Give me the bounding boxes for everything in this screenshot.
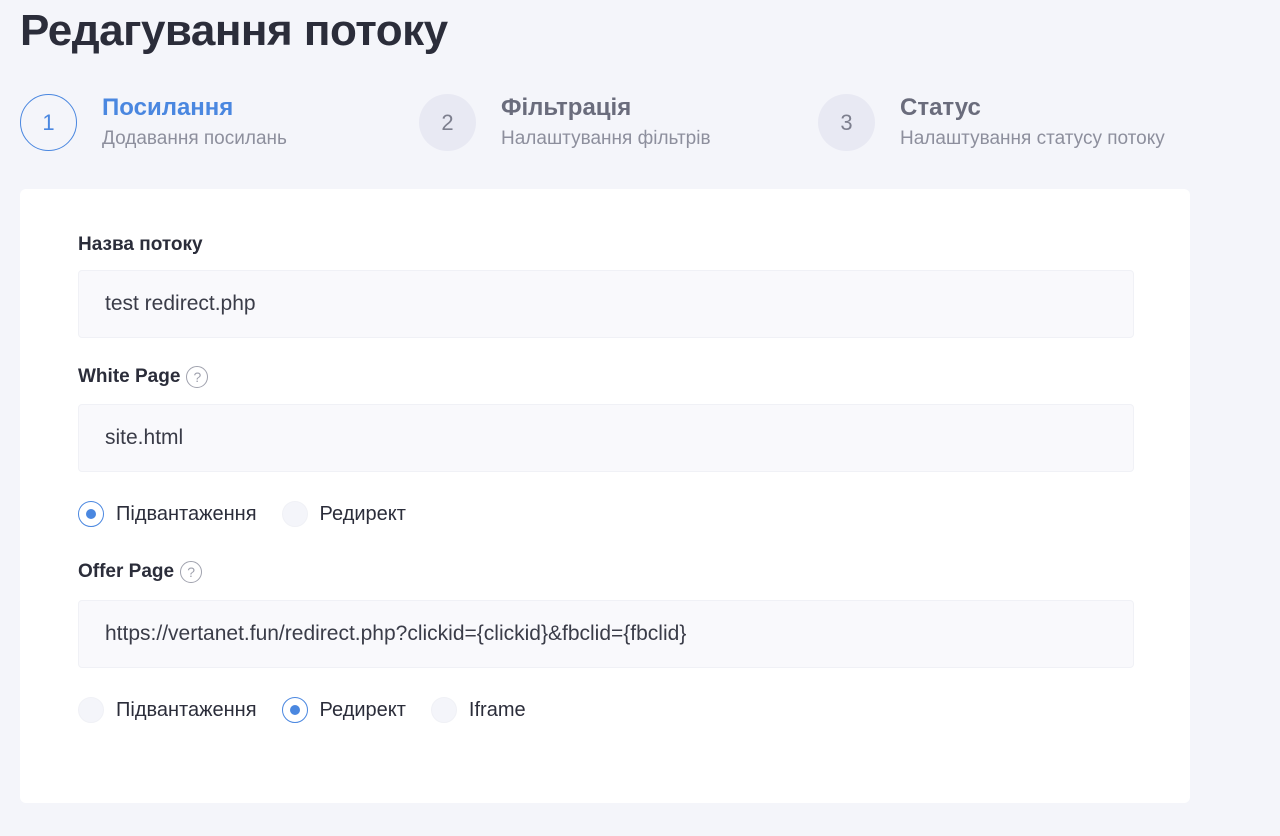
page-title: Редагування потоку <box>20 6 448 55</box>
offer-page-label: Offer Page ? <box>78 561 203 583</box>
step-title: Фільтрація <box>501 94 632 121</box>
step-links[interactable]: 1 Посилання Додавання посилань <box>20 94 287 151</box>
step-subtitle: Додавання посилань <box>102 128 287 149</box>
radio-button[interactable] <box>430 697 457 723</box>
white-page-radio-redirect[interactable]: Редирект <box>281 501 406 527</box>
step-number-circle: 2 <box>419 94 476 151</box>
help-icon[interactable]: ? <box>180 561 203 583</box>
step-title: Статус <box>900 94 981 121</box>
radio-button[interactable] <box>281 501 308 527</box>
radio-button-checked[interactable] <box>281 697 308 723</box>
step-status[interactable]: 3 Статус Налаштування статусу потоку <box>818 94 1165 151</box>
white-page-input[interactable] <box>78 404 1134 472</box>
stream-name-input[interactable] <box>78 270 1134 338</box>
offer-page-input[interactable] <box>78 600 1134 668</box>
stream-name-label: Назва потоку <box>78 234 203 255</box>
radio-button-checked[interactable] <box>78 501 104 527</box>
radio-label: Підвантаження <box>116 502 257 525</box>
step-subtitle: Налаштування статусу потоку <box>900 128 1165 149</box>
white-page-label: White Page ? <box>78 366 209 388</box>
step-subtitle: Налаштування фільтрів <box>501 128 711 149</box>
radio-label: Підвантаження <box>116 698 257 721</box>
help-icon[interactable]: ? <box>186 366 209 388</box>
offer-page-radio-redirect[interactable]: Редирект <box>281 697 406 723</box>
stepper: 1 Посилання Додавання посилань 2 Фільтра… <box>20 94 1220 154</box>
radio-button[interactable] <box>78 697 104 723</box>
step-number-circle: 3 <box>818 94 875 151</box>
step-title: Посилання <box>102 94 234 121</box>
radio-label: Iframe <box>468 698 526 721</box>
offer-page-radio-iframe[interactable]: Iframe <box>430 697 526 723</box>
form-card: Назва потоку White Page ? Підвантаження … <box>20 189 1190 803</box>
step-filtering[interactable]: 2 Фільтрація Налаштування фільтрів <box>419 94 711 151</box>
radio-label: Редирект <box>319 502 406 525</box>
white-page-radio-preload[interactable]: Підвантаження <box>78 501 257 527</box>
offer-page-radio-preload[interactable]: Підвантаження <box>78 697 257 723</box>
radio-label: Редирект <box>319 698 406 721</box>
offer-page-mode-radio-group: Підвантаження Редирект Iframe <box>78 697 551 723</box>
white-page-mode-radio-group: Підвантаження Редирект <box>78 501 431 527</box>
step-number-circle: 1 <box>20 94 77 151</box>
